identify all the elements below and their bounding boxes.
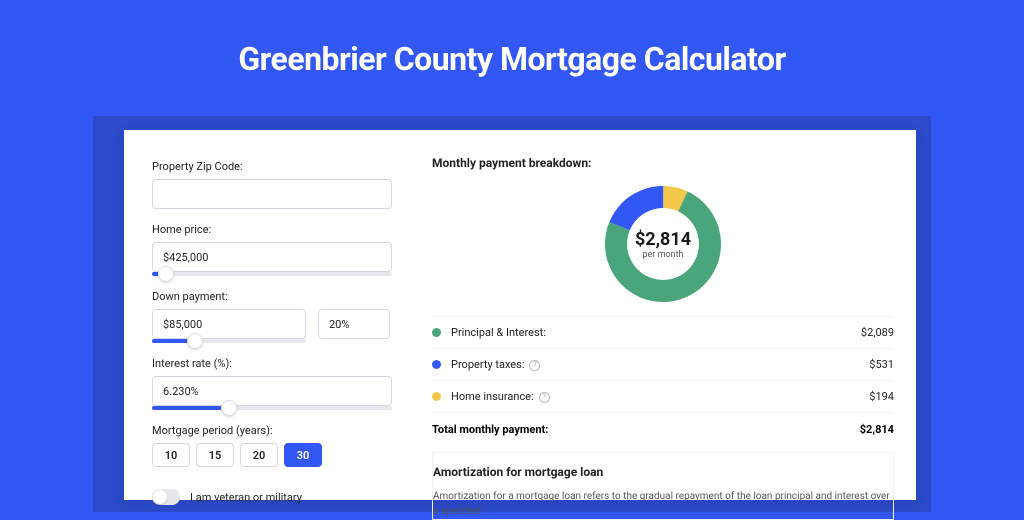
results-panel: Monthly payment breakdown: $2,814 per mo… xyxy=(412,156,894,520)
amortization-body: Amortization for a mortgage loan refers … xyxy=(433,489,893,519)
breakdown-title: Monthly payment breakdown: xyxy=(432,156,894,170)
down-payment-pct-input[interactable] xyxy=(318,309,390,339)
legend-tax-label: Property taxes:? xyxy=(451,358,540,371)
home-price-input[interactable] xyxy=(152,242,392,272)
period-label: Mortgage period (years): xyxy=(152,424,412,437)
down-payment-slider[interactable] xyxy=(152,339,306,343)
legend-tax-value: $531 xyxy=(869,358,894,371)
legend-dot-ins xyxy=(432,392,441,401)
info-icon[interactable]: ? xyxy=(539,392,550,403)
zip-label: Property Zip Code: xyxy=(152,160,412,173)
home-price-slider[interactable] xyxy=(152,272,392,276)
period-option-30[interactable]: 30 xyxy=(284,443,322,467)
amortization-section: Amortization for mortgage loan Amortizat… xyxy=(432,452,894,520)
down-payment-input[interactable] xyxy=(152,309,306,339)
zip-input[interactable] xyxy=(152,179,392,209)
slider-thumb[interactable] xyxy=(221,400,237,416)
legend-pi-value: $2,089 xyxy=(861,326,894,339)
legend-pi-label: Principal & Interest: xyxy=(451,326,546,339)
donut-sublabel: per month xyxy=(642,250,683,260)
period-option-20[interactable]: 20 xyxy=(240,443,278,467)
donut-total-value: $2,814 xyxy=(635,229,691,250)
slider-thumb[interactable] xyxy=(187,333,203,349)
home-price-label: Home price: xyxy=(152,223,412,236)
interest-rate-label: Interest rate (%): xyxy=(152,357,412,370)
amortization-title: Amortization for mortgage loan xyxy=(433,465,893,479)
calculator-card: Property Zip Code: Home price: Down paym… xyxy=(124,130,916,500)
slider-thumb[interactable] xyxy=(158,266,174,282)
legend-total-label: Total monthly payment: xyxy=(432,423,548,436)
period-option-15[interactable]: 15 xyxy=(196,443,234,467)
down-payment-label: Down payment: xyxy=(152,290,412,303)
payment-donut-chart: $2,814 per month xyxy=(603,184,723,304)
legend-total-value: $2,814 xyxy=(860,423,894,436)
interest-rate-input[interactable] xyxy=(152,376,392,406)
veteran-toggle[interactable] xyxy=(152,489,180,505)
period-option-10[interactable]: 10 xyxy=(152,443,190,467)
inputs-panel: Property Zip Code: Home price: Down paym… xyxy=(152,156,412,520)
legend-ins-value: $194 xyxy=(869,390,894,403)
legend-ins-label: Home insurance:? xyxy=(451,390,550,403)
legend-dot-pi xyxy=(432,328,441,337)
interest-rate-slider[interactable] xyxy=(152,406,392,410)
info-icon[interactable]: ? xyxy=(529,360,540,371)
legend-dot-tax xyxy=(432,360,441,369)
toggle-thumb xyxy=(153,490,167,504)
page-title: Greenbrier County Mortgage Calculator xyxy=(0,0,1024,78)
veteran-label: I am veteran or military xyxy=(190,491,302,504)
